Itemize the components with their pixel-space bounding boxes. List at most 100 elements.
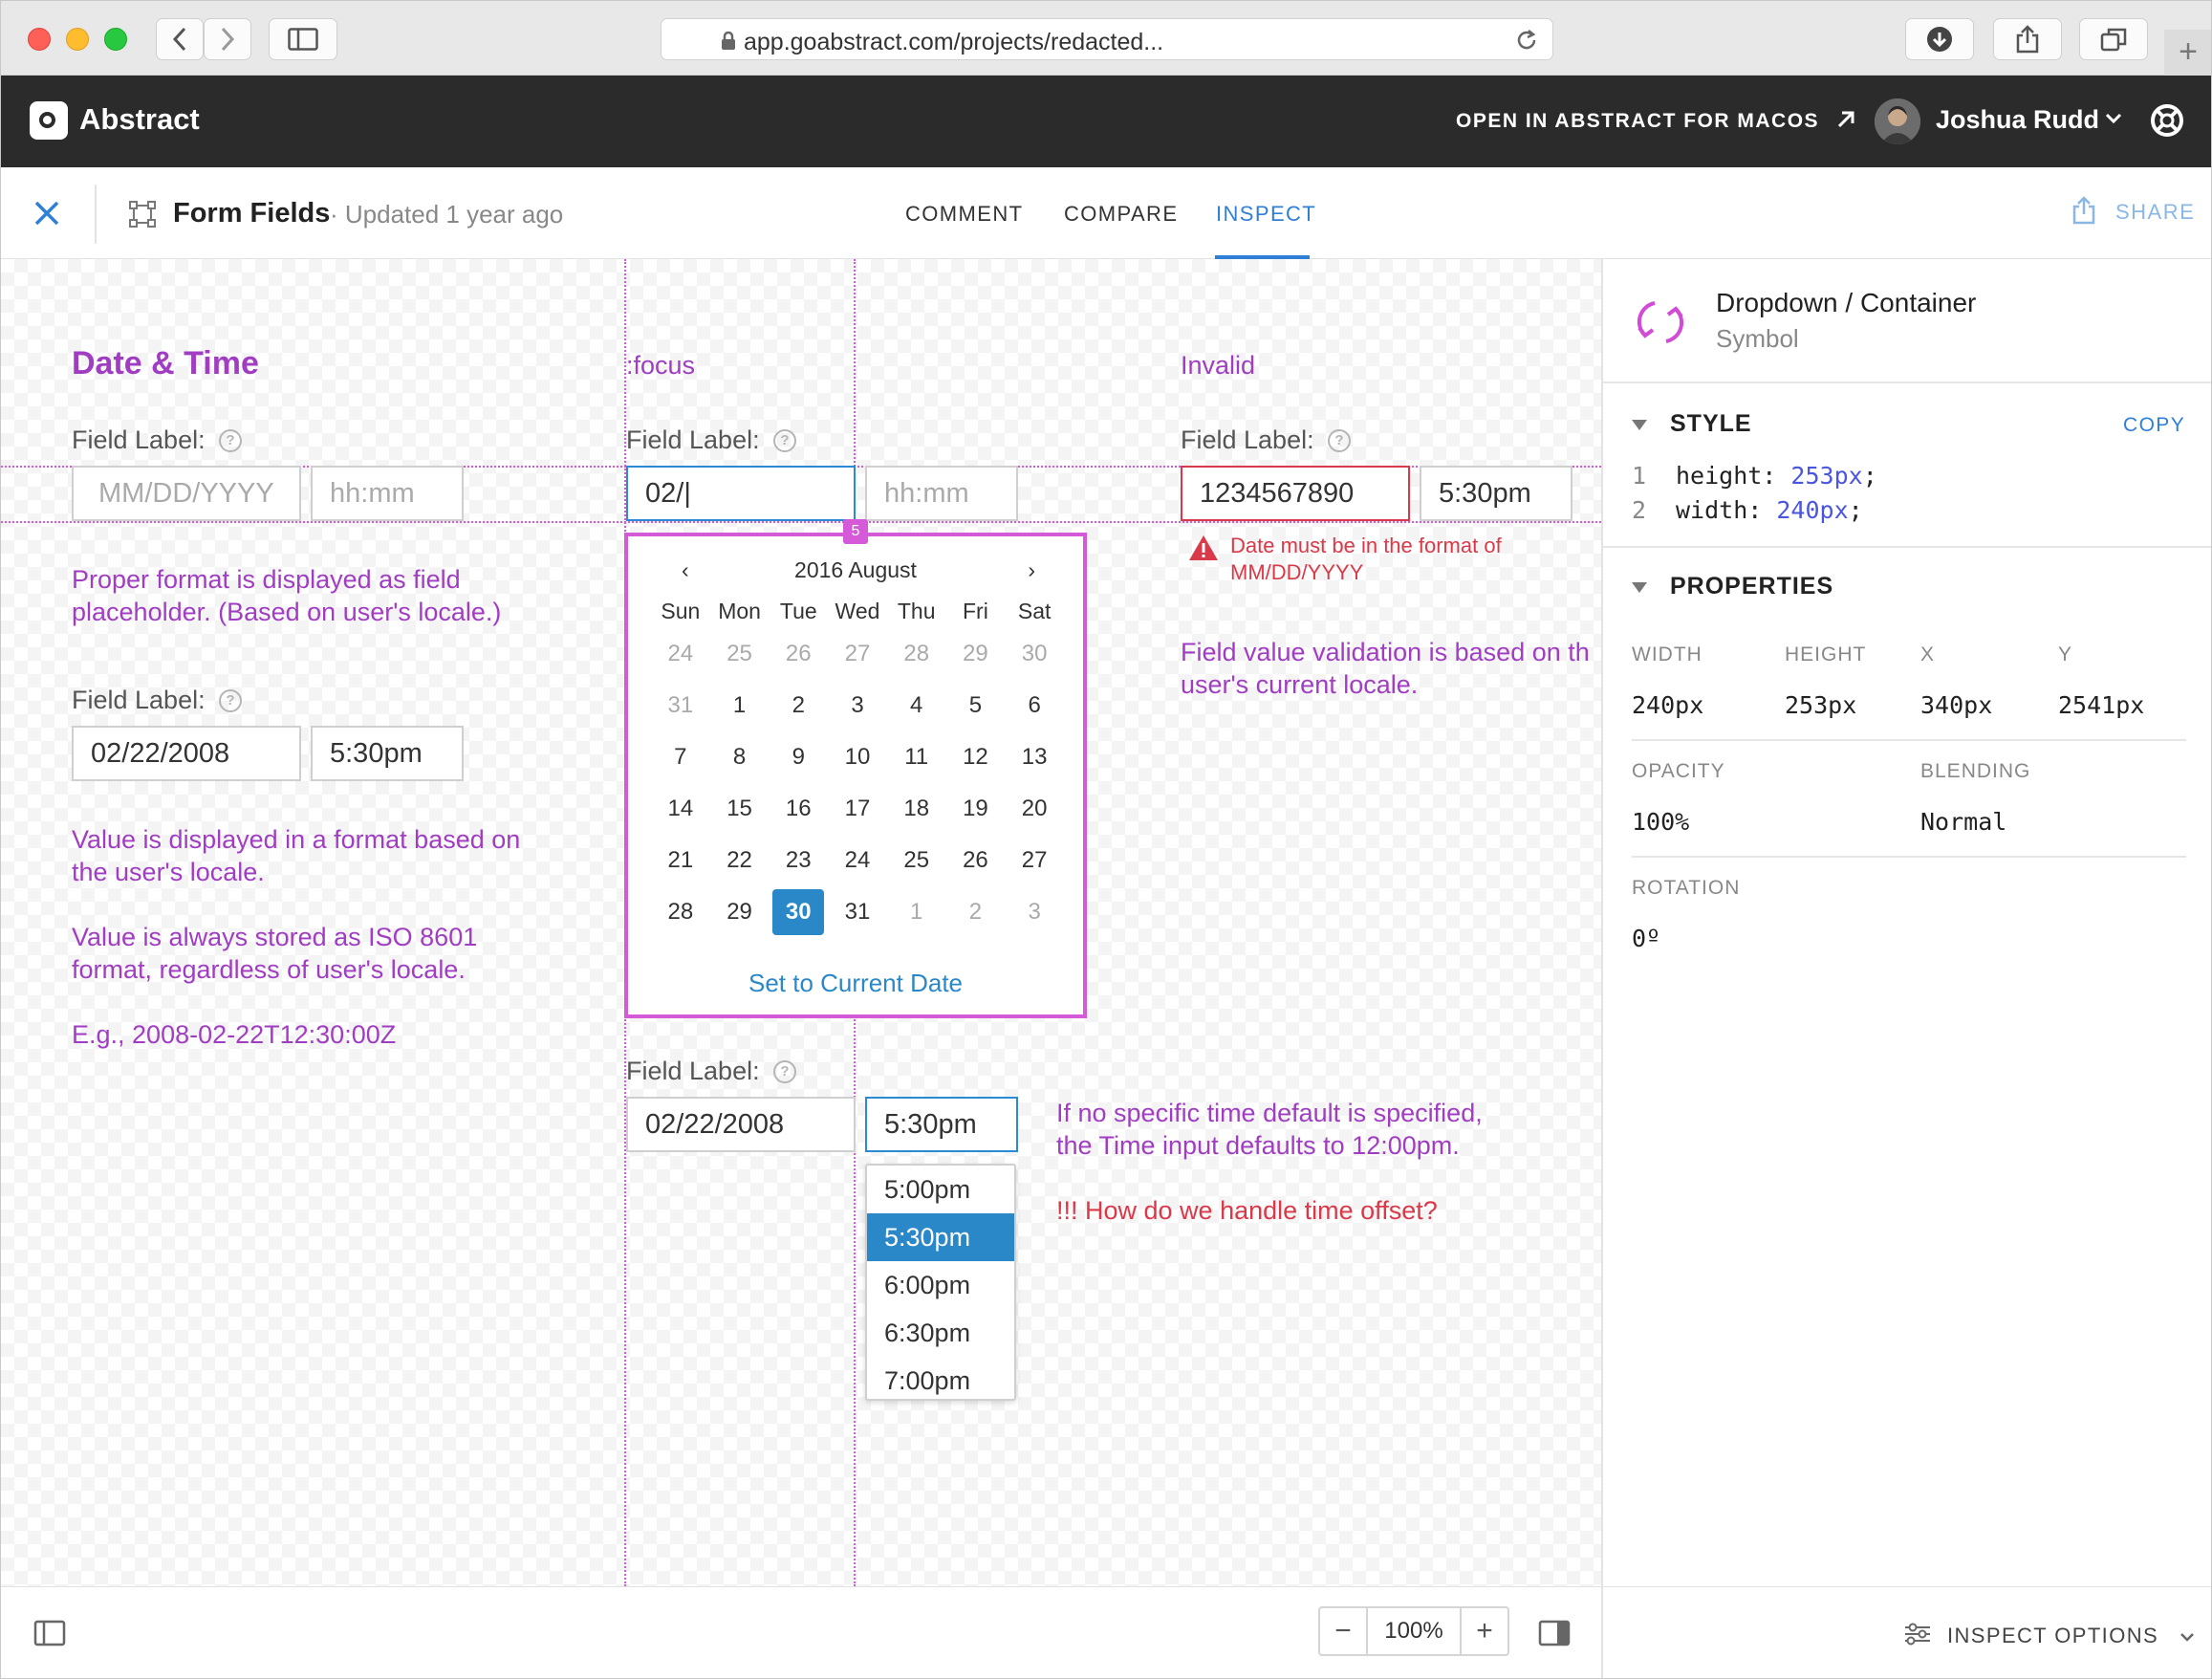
tab-inspect[interactable]: INSPECT	[1216, 202, 1316, 227]
new-tab-button[interactable]: +	[2164, 30, 2211, 76]
calendar-day[interactable]: 30	[772, 889, 825, 935]
date-input[interactable]: 02/22/2008	[626, 1097, 856, 1152]
time-option[interactable]: 5:30pm	[867, 1213, 1014, 1261]
calendar-day[interactable]: 3	[828, 680, 887, 731]
calendar-day[interactable]: 18	[887, 783, 946, 835]
calendar-day[interactable]: 23	[769, 835, 828, 886]
forward-button[interactable]	[204, 18, 251, 60]
style-section-title[interactable]: STYLE	[1670, 410, 1752, 438]
address-bar[interactable]: app.goabstract.com/projects/redacted...	[661, 18, 1553, 60]
help-icon[interactable]: ?	[219, 429, 242, 452]
calendar-day[interactable]: 31	[651, 680, 710, 731]
calendar-day[interactable]: 24	[651, 628, 710, 680]
time-option[interactable]: 6:00pm	[867, 1261, 1014, 1309]
properties-section-title[interactable]: PROPERTIES	[1670, 573, 1833, 600]
time-input[interactable]: 5:30pm	[1420, 466, 1572, 521]
close-icon[interactable]	[33, 200, 60, 227]
calendar-day[interactable]: 7	[651, 731, 710, 783]
right-panel-toggle-icon[interactable]	[1538, 1620, 1571, 1646]
calendar-day[interactable]: 16	[769, 783, 828, 835]
zoom-window-button[interactable]	[104, 28, 127, 51]
time-option[interactable]: 6:30pm	[867, 1309, 1014, 1357]
calendar-day[interactable]: 27	[828, 628, 887, 680]
calendar-day[interactable]: 11	[887, 731, 946, 783]
zoom-level[interactable]: 100%	[1366, 1608, 1462, 1654]
help-icon[interactable]: ?	[219, 689, 242, 712]
zoom-out-button[interactable]: −	[1320, 1608, 1366, 1654]
calendar-day[interactable]: 28	[887, 628, 946, 680]
calendar-day[interactable]: 10	[828, 731, 887, 783]
tabs-overview-button[interactable]	[2079, 18, 2148, 60]
calendar-day[interactable]: 26	[946, 835, 1006, 886]
calendar-day[interactable]: 28	[651, 886, 710, 938]
abstract-logo[interactable]	[30, 101, 68, 140]
calendar-day[interactable]: 20	[1005, 783, 1064, 835]
chevron-down-icon[interactable]	[2104, 112, 2123, 125]
share-upload-icon[interactable]	[2071, 196, 2096, 225]
downloads-button[interactable]	[1905, 18, 1974, 60]
zoom-in-button[interactable]: +	[1462, 1608, 1507, 1654]
calendar-day[interactable]: 22	[710, 835, 770, 886]
calendar-day[interactable]: 15	[710, 783, 770, 835]
calendar-day[interactable]: 6	[1005, 680, 1064, 731]
calendar-day[interactable]: 9	[769, 731, 828, 783]
help-icon[interactable]: ?	[773, 429, 796, 452]
calendar-day[interactable]: 2	[946, 886, 1006, 938]
tab-comment[interactable]: COMMENT	[905, 202, 1023, 227]
date-input[interactable]: MM/DD/YYYY	[72, 466, 301, 521]
help-icon[interactable]: ?	[1328, 429, 1351, 452]
calendar-day[interactable]: 13	[1005, 731, 1064, 783]
design-canvas[interactable]: Date & Time Field Label: ? MM/DD/YYYY hh…	[1, 259, 1601, 1586]
minimize-window-button[interactable]	[66, 28, 89, 51]
copy-button[interactable]: COPY	[2123, 414, 2185, 437]
time-input[interactable]: 5:30pm	[311, 726, 464, 781]
collapse-triangle-icon[interactable]	[1632, 582, 1647, 593]
calendar-day[interactable]: 1	[710, 680, 770, 731]
calendar-day[interactable]: 26	[769, 628, 828, 680]
calendar-day[interactable]: 3	[1005, 886, 1064, 938]
open-in-macos-link[interactable]: OPEN IN ABSTRACT FOR MACOS	[1456, 109, 1856, 133]
calendar-day[interactable]: 29	[710, 886, 770, 938]
user-name[interactable]: Joshua Rudd	[1936, 105, 2099, 135]
time-input-focused[interactable]: 5:30pm	[865, 1097, 1018, 1152]
share-button[interactable]: SHARE	[2115, 200, 2195, 225]
collapse-triangle-icon[interactable]	[1632, 420, 1647, 430]
date-input[interactable]: 02/22/2008	[72, 726, 301, 781]
avatar[interactable]	[1875, 98, 1920, 144]
tab-compare[interactable]: COMPARE	[1064, 202, 1178, 227]
calendar-day[interactable]: 25	[710, 628, 770, 680]
time-option[interactable]: 5:00pm	[867, 1166, 1014, 1213]
time-option[interactable]: 7:00pm	[867, 1357, 1014, 1405]
time-input[interactable]: hh:mm	[865, 466, 1018, 521]
share-page-button[interactable]	[1993, 18, 2062, 60]
calendar-day[interactable]: 25	[887, 835, 946, 886]
calendar-day[interactable]: 31	[828, 886, 887, 938]
brand-name[interactable]: Abstract	[79, 102, 200, 137]
calendar-day[interactable]: 1	[887, 886, 946, 938]
left-panel-toggle-icon[interactable]	[33, 1620, 66, 1646]
set-current-date-button[interactable]: Set to Current Date	[628, 969, 1083, 998]
calendar-day[interactable]: 30	[1005, 628, 1064, 680]
calendar-day[interactable]: 4	[887, 680, 946, 731]
date-input-invalid[interactable]: 1234567890	[1181, 466, 1410, 521]
calendar-day[interactable]: 27	[1005, 835, 1064, 886]
reload-icon[interactable]	[1514, 28, 1539, 53]
inspect-options-button[interactable]: INSPECT OPTIONS	[1947, 1624, 2195, 1648]
date-input-focused[interactable]: 02/|	[626, 466, 856, 521]
back-button[interactable]	[156, 18, 204, 60]
help-icon[interactable]: ?	[773, 1060, 796, 1083]
calendar-day[interactable]: 5	[946, 680, 1006, 731]
calendar-day[interactable]: 14	[651, 783, 710, 835]
calendar-day[interactable]: 17	[828, 783, 887, 835]
calendar-day[interactable]: 8	[710, 731, 770, 783]
calendar-day[interactable]: 19	[946, 783, 1006, 835]
time-input[interactable]: hh:mm	[311, 466, 464, 521]
calendar-day[interactable]: 2	[769, 680, 828, 731]
calendar-day[interactable]: 24	[828, 835, 887, 886]
close-window-button[interactable]	[28, 28, 51, 51]
calendar-day[interactable]: 29	[946, 628, 1006, 680]
sidebar-toggle-button[interactable]	[269, 18, 337, 60]
next-month-button[interactable]: ›	[1028, 557, 1035, 583]
help-lifebuoy-icon[interactable]	[2150, 103, 2184, 138]
calendar-day[interactable]: 12	[946, 731, 1006, 783]
